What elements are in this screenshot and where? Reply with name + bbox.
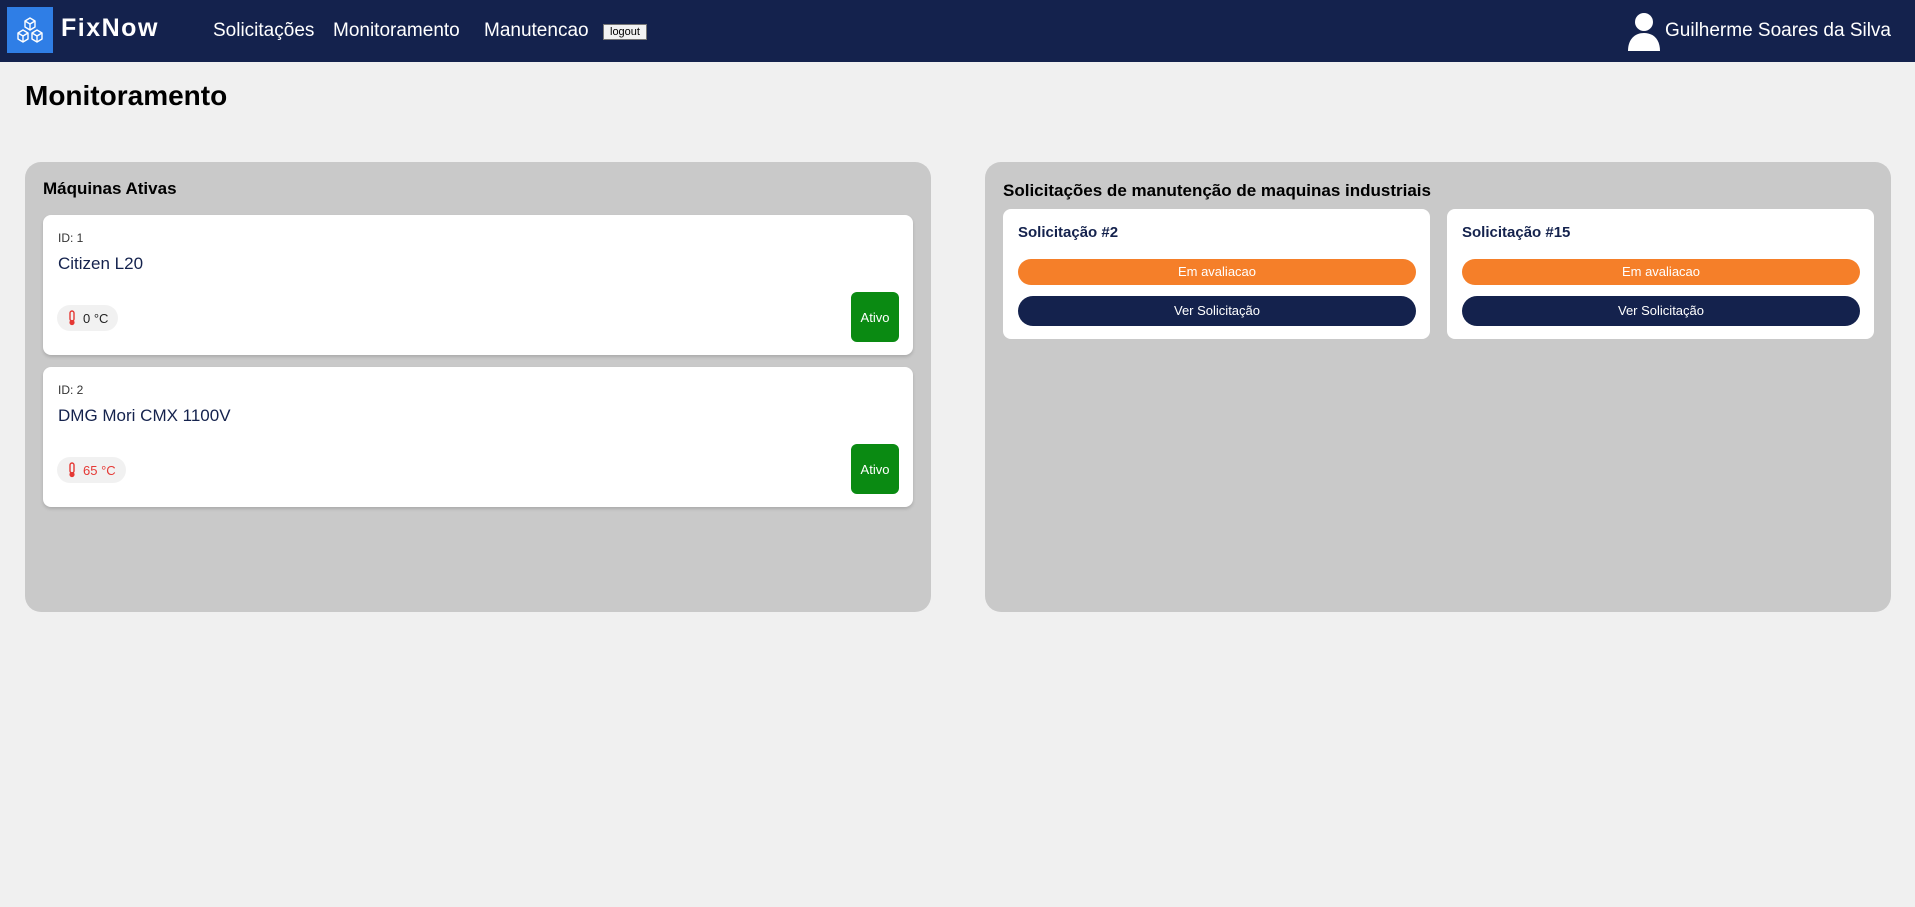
brand-name[interactable]: FixNow <box>61 14 159 43</box>
request-card[interactable]: Solicitação #2 Em avaliacao Ver Solicita… <box>1003 209 1430 339</box>
maintenance-requests-panel: Solicitações de manutenção de maquinas i… <box>985 162 1891 612</box>
machine-card[interactable]: ID: 2 DMG Mori CMX 1100V 65 °C Ativo <box>43 367 913 507</box>
temperature-badge: 0 °C <box>57 305 119 331</box>
maintenance-requests-title: Solicitações de manutenção de maquinas i… <box>1003 181 1431 200</box>
thermometer-icon <box>67 462 77 478</box>
nav-manutencao[interactable]: Manutencao <box>484 0 589 62</box>
temperature-value: 0 °C <box>83 310 109 326</box>
request-card[interactable]: Solicitação #15 Em avaliacao Ver Solicit… <box>1447 209 1874 339</box>
machine-name: Citizen L20 <box>58 254 144 273</box>
machine-id: ID: 2 <box>58 383 84 397</box>
top-navbar: FixNow Solicitações Monitoramento Manute… <box>0 0 1915 62</box>
nav-solicitacoes[interactable]: Solicitações <box>213 0 314 62</box>
machine-card[interactable]: ID: 1 Citizen L20 0 °C Ativo <box>43 215 913 355</box>
request-status-badge: Em avaliacao <box>1018 259 1416 285</box>
request-title: Solicitação #15 <box>1462 224 1571 241</box>
machine-name: DMG Mori CMX 1100V <box>58 406 231 425</box>
user-name[interactable]: Guilherme Soares da Silva <box>1665 0 1891 62</box>
status-button[interactable]: Ativo <box>851 444 899 494</box>
thermometer-icon <box>67 310 77 326</box>
temperature-badge: 65 °C <box>57 457 126 483</box>
user-icon[interactable] <box>1626 11 1662 51</box>
active-machines-title: Máquinas Ativas <box>43 179 177 198</box>
nav-monitoramento[interactable]: Monitoramento <box>333 0 460 62</box>
page-title: Monitoramento <box>25 80 228 111</box>
view-request-button[interactable]: Ver Solicitação <box>1018 296 1416 326</box>
request-status-badge: Em avaliacao <box>1462 259 1860 285</box>
machine-id: ID: 1 <box>58 231 84 245</box>
request-title: Solicitação #2 <box>1018 224 1119 241</box>
status-button[interactable]: Ativo <box>851 292 899 342</box>
temperature-value: 65 °C <box>83 462 116 478</box>
view-request-button[interactable]: Ver Solicitação <box>1462 296 1860 326</box>
cubes-icon[interactable] <box>7 7 53 53</box>
active-machines-panel: Máquinas Ativas ID: 1 Citizen L20 0 °C A… <box>25 162 931 612</box>
logout-button[interactable]: logout <box>603 24 647 40</box>
